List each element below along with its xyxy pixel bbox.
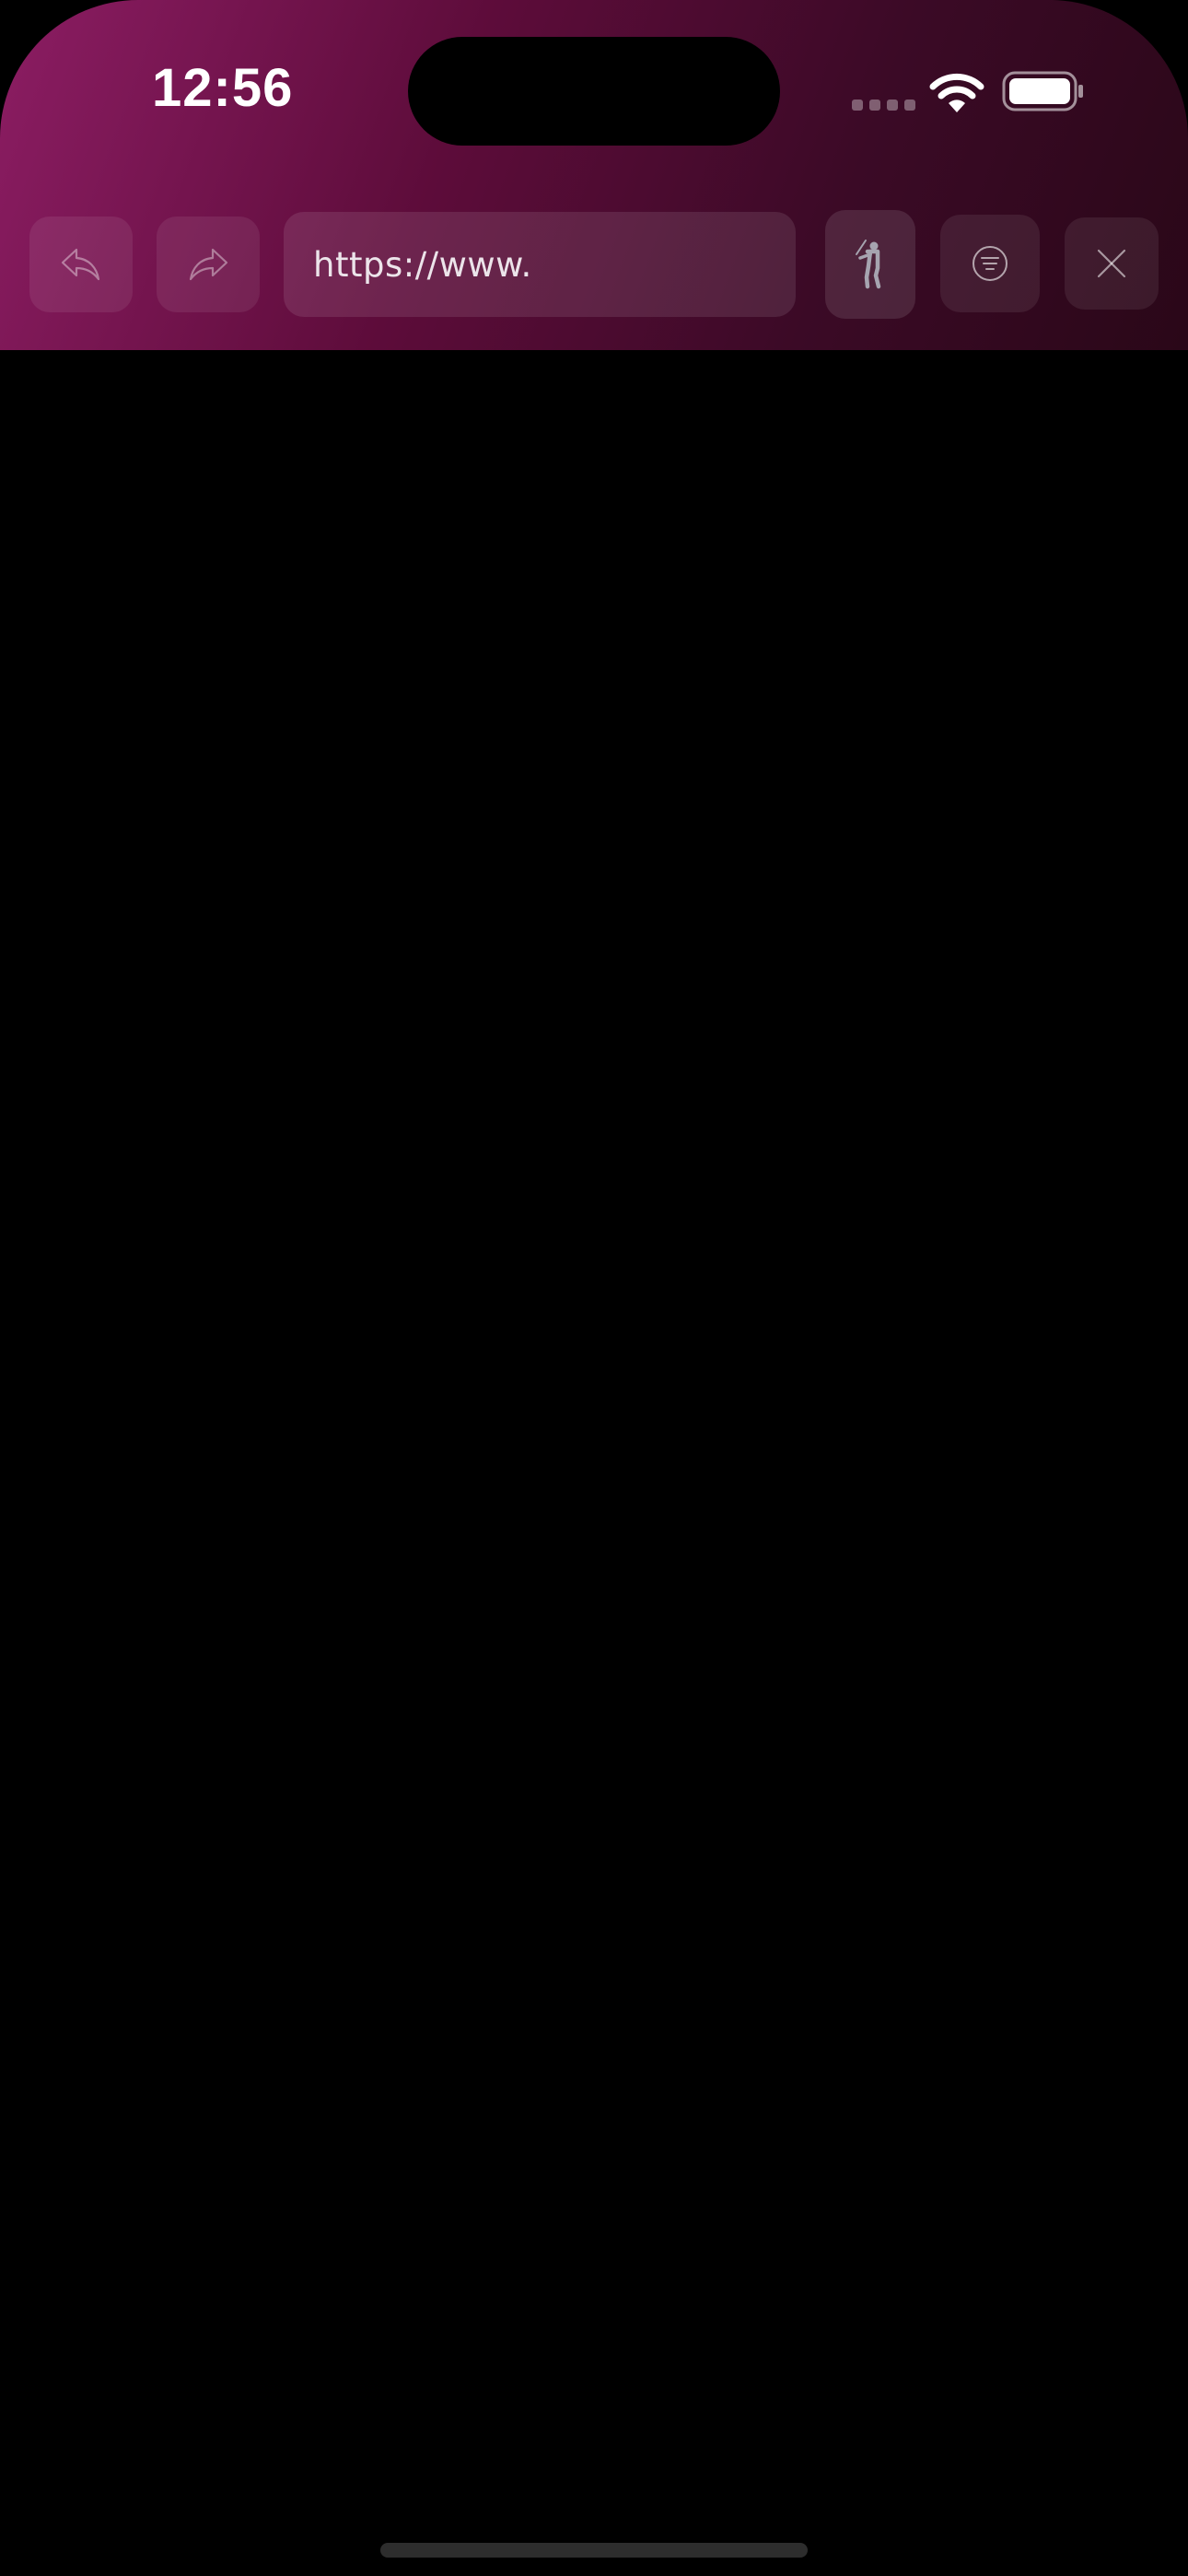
back-arrow-icon (61, 248, 100, 281)
golfer-icon (856, 240, 881, 289)
wifi-icon (929, 73, 984, 112)
browser-header: 12:56 https://www. (0, 0, 1188, 350)
dynamic-island (408, 37, 780, 146)
phone-screen: 12:56 https://www. (0, 0, 1188, 2576)
url-text: https://www. (313, 244, 532, 285)
close-icon (1097, 249, 1126, 278)
web-content-area[interactable] (0, 350, 1188, 2576)
forward-button[interactable] (157, 217, 260, 312)
golf-mode-button[interactable] (825, 210, 915, 319)
home-indicator[interactable] (380, 2543, 808, 2558)
menu-circle-icon (973, 246, 1007, 281)
cellular-signal-icon (852, 100, 915, 111)
close-button[interactable] (1065, 217, 1159, 310)
url-field[interactable]: https://www. (284, 212, 796, 317)
status-time: 12:56 (152, 58, 294, 118)
battery-icon (1002, 71, 1083, 111)
reader-menu-button[interactable] (940, 215, 1040, 312)
back-button[interactable] (29, 217, 133, 312)
forward-arrow-icon (189, 248, 228, 281)
